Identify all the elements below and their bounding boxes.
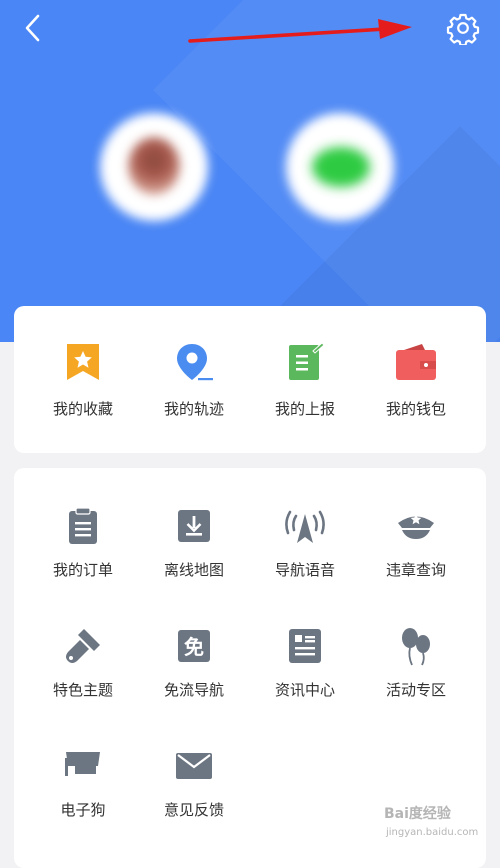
annotation-arrow: [188, 19, 412, 43]
news-center-label: 资讯中心: [274, 681, 335, 699]
my-wallet-button[interactable]: 我的钱包: [357, 306, 475, 418]
free-data-navigation-label: 免流导航: [163, 681, 224, 699]
download-box-icon: [178, 510, 210, 542]
envelope-icon: [176, 753, 212, 779]
violation-query-button[interactable]: 违章查询: [357, 468, 475, 579]
navigation-voice-button[interactable]: 导航语音: [246, 468, 364, 579]
watermark-site: jingyan.baidu.com: [386, 827, 479, 838]
news-icon: [289, 629, 321, 663]
paintbrush-icon: [66, 629, 100, 663]
watermark-name: Bai度经验: [384, 806, 451, 822]
report-document-icon: [289, 342, 325, 380]
my-reports-label: 我的上报: [274, 400, 335, 418]
free-badge-glyph: 免: [184, 635, 204, 659]
clipboard-icon: [69, 507, 97, 544]
offline-map-button[interactable]: 离线地图: [135, 468, 253, 579]
quick-actions-card: 我的收藏 我的轨迹 我的上报 我的钱包: [14, 306, 486, 453]
my-tracks-button[interactable]: 我的轨迹: [135, 306, 253, 418]
activity-zone-button[interactable]: 活动专区: [357, 588, 475, 699]
back-button[interactable]: [18, 12, 50, 44]
feedback-label: 意见反馈: [163, 801, 224, 819]
free-data-navigation-button[interactable]: 免 免流导航: [135, 588, 253, 699]
speed-camera-button[interactable]: 电子狗: [24, 708, 142, 819]
free-badge-icon: 免: [178, 630, 210, 662]
broadcast-icon: [285, 510, 325, 543]
wechat-avatar[interactable]: [286, 113, 394, 221]
wechat-logo-icon: [312, 147, 370, 187]
feedback-button[interactable]: 意见反馈: [135, 708, 253, 819]
my-favorites-button[interactable]: 我的收藏: [24, 306, 142, 418]
camera-icon: [65, 752, 100, 776]
user-avatar-image: [128, 137, 180, 195]
my-reports-button[interactable]: 我的上报: [246, 306, 364, 418]
police-cap-icon: [398, 514, 434, 539]
wallet-icon: [396, 344, 436, 380]
offline-map-label: 离线地图: [163, 561, 224, 579]
my-favorites-label: 我的收藏: [52, 400, 113, 418]
gear-icon: [446, 13, 480, 47]
user-avatar[interactable]: [100, 113, 208, 221]
my-tracks-label: 我的轨迹: [163, 400, 224, 418]
news-center-button[interactable]: 资讯中心: [246, 588, 364, 699]
settings-button[interactable]: [446, 11, 480, 47]
my-orders-button[interactable]: 我的订单: [24, 468, 142, 579]
map-pin-icon: [177, 344, 213, 381]
violation-query-label: 违章查询: [385, 561, 446, 579]
activity-zone-label: 活动专区: [385, 681, 446, 699]
bookmark-star-icon: [67, 344, 99, 380]
profile-header: [0, 0, 500, 342]
my-orders-label: 我的订单: [52, 561, 113, 579]
speed-camera-label: 电子狗: [60, 801, 106, 819]
featured-theme-label: 特色主题: [52, 681, 113, 699]
navigation-voice-label: 导航语音: [274, 561, 335, 579]
featured-theme-button[interactable]: 特色主题: [24, 588, 142, 699]
my-wallet-label: 我的钱包: [385, 400, 446, 418]
chevron-left-icon: [25, 14, 40, 42]
baidu-jingyan-watermark: Bai度经验 jingyan.baidu.com: [380, 795, 490, 845]
balloons-icon: [402, 628, 430, 666]
